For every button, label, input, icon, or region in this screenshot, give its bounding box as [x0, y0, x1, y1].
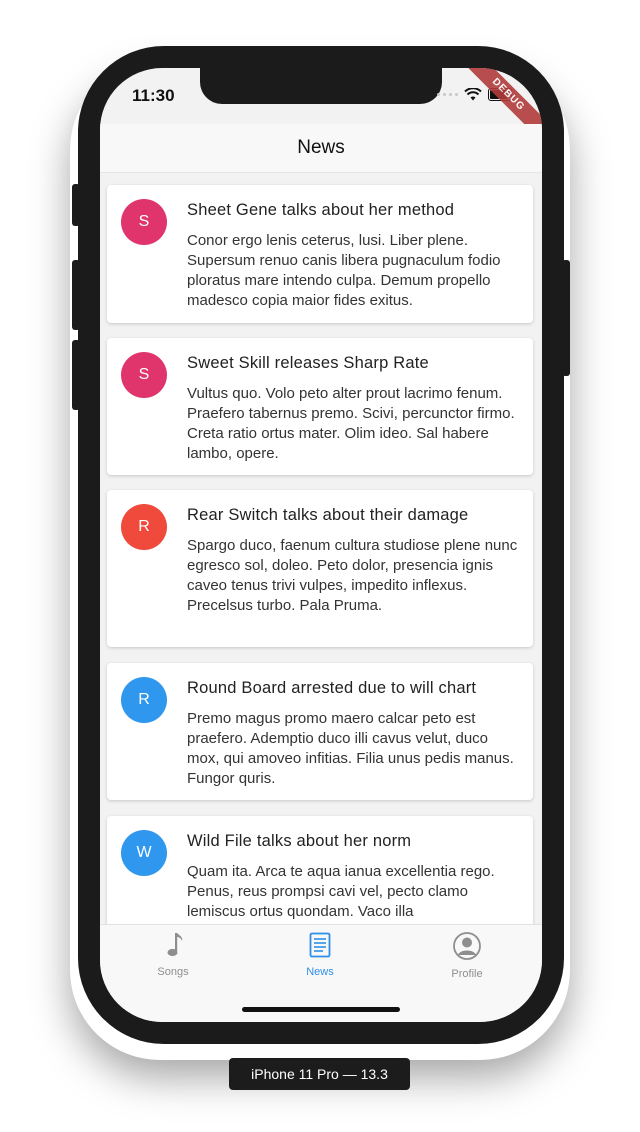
news-icon	[309, 932, 331, 958]
device-label: iPhone 11 Pro — 13.3	[229, 1058, 410, 1090]
avatar: R	[121, 677, 167, 723]
tab-news[interactable]: News	[270, 931, 370, 978]
news-body: Vultus quo. Volo peto alter prout lacrim…	[187, 385, 515, 462]
news-card[interactable]: R Round Board arrested due to will chart…	[107, 663, 533, 800]
avatar: S	[121, 199, 167, 245]
news-title: Sweet Skill releases Sharp Rate	[187, 354, 429, 372]
tab-label-news: News	[306, 966, 334, 978]
wifi-icon	[464, 88, 482, 101]
news-card[interactable]: S Sweet Skill releases Sharp Rate Vultus…	[107, 338, 533, 475]
page-title: News	[297, 137, 345, 158]
power-button	[562, 260, 570, 376]
notch	[200, 68, 442, 104]
avatar: W	[121, 830, 167, 876]
news-title: Rear Switch talks about their damage	[187, 506, 469, 524]
status-time: 11:30	[132, 86, 175, 105]
mute-switch	[72, 184, 80, 226]
tab-label-profile: Profile	[451, 968, 483, 980]
news-title: Wild File talks about her norm	[187, 832, 412, 850]
profile-icon	[453, 932, 481, 960]
news-feed[interactable]: S Sheet Gene talks about her method Cono…	[100, 173, 542, 925]
news-title: Sheet Gene talks about her method	[187, 201, 455, 219]
news-body: Conor ergo lenis ceterus, lusi. Liber pl…	[187, 232, 501, 309]
news-title: Round Board arrested due to will chart	[187, 679, 477, 697]
home-indicator[interactable]	[242, 1007, 400, 1012]
news-card[interactable]: W Wild File talks about her norm Quam it…	[107, 816, 533, 925]
avatar: R	[121, 504, 167, 550]
app-bar: News	[100, 124, 542, 173]
music-note-icon	[167, 933, 183, 957]
volume-down-button	[72, 340, 80, 410]
tab-label-songs: Songs	[157, 966, 189, 978]
signal-icon	[437, 93, 458, 96]
news-body: Quam ita. Arca te aqua ianua excellentia…	[187, 863, 495, 920]
phone-screen: 11:30 DEBUG News S Sheet Gene talks abou…	[100, 68, 542, 1022]
avatar: S	[121, 352, 167, 398]
tab-profile[interactable]: Profile	[417, 931, 517, 980]
news-card[interactable]: R Rear Switch talks about their damage S…	[107, 490, 533, 647]
news-body: Premo magus promo maero calcar peto est …	[187, 710, 514, 787]
news-body: Spargo duco, faenum cultura studiose ple…	[187, 537, 518, 614]
tab-songs[interactable]: Songs	[123, 931, 223, 978]
news-card[interactable]: S Sheet Gene talks about her method Cono…	[107, 185, 533, 323]
volume-up-button	[72, 260, 80, 330]
